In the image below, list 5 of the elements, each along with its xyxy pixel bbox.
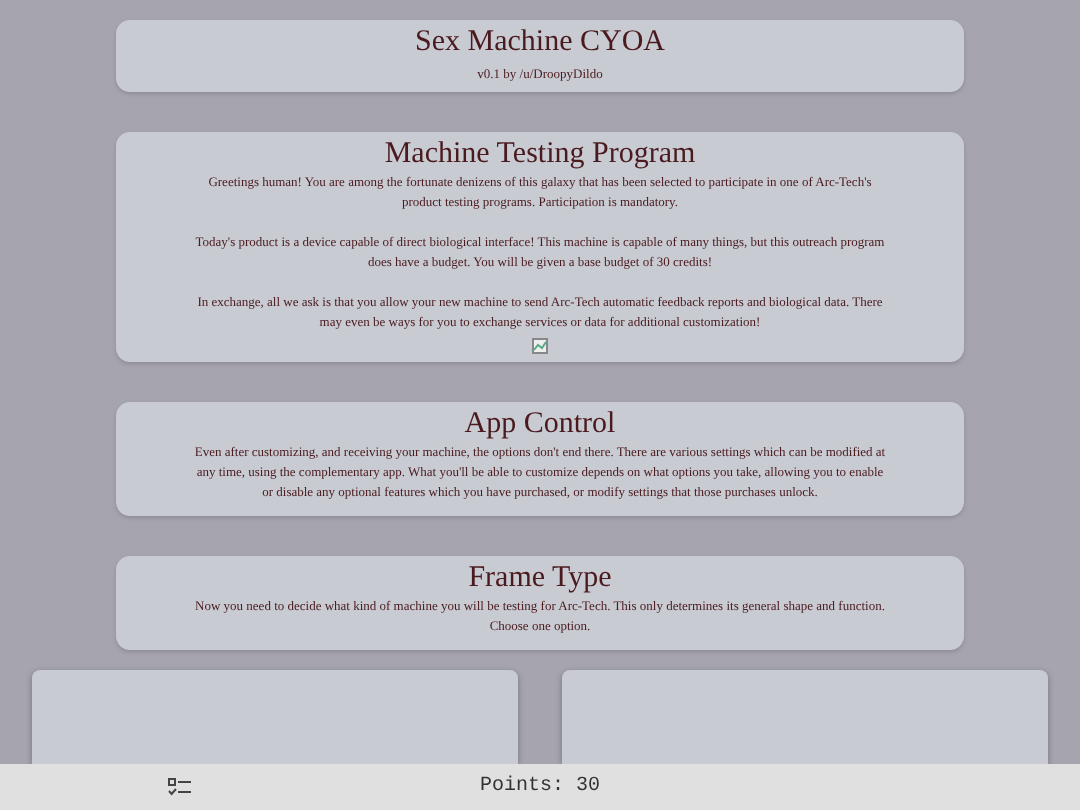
page-title: Sex Machine CYOA [413, 24, 667, 62]
section-title: Machine Testing Program [382, 136, 698, 174]
section-title: Frame Type [466, 560, 614, 598]
points-counter: Points: 30 [479, 776, 600, 798]
section-title: App Control [462, 406, 618, 444]
